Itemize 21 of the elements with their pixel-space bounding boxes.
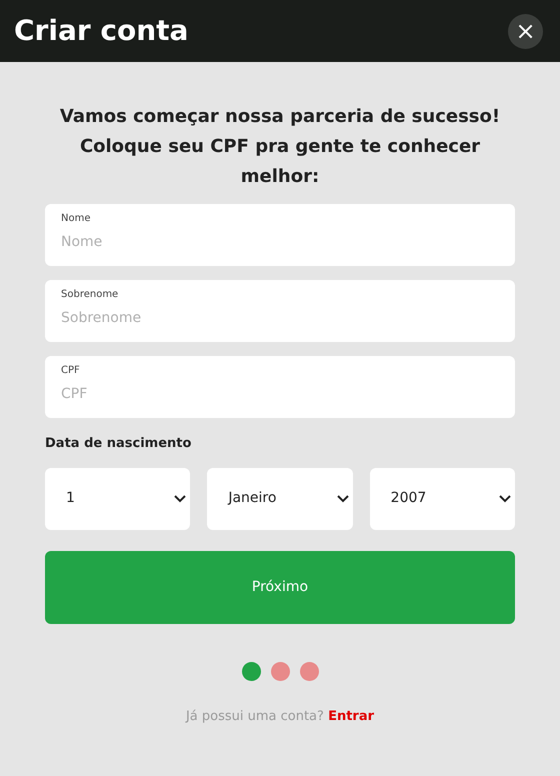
dropdown[interactable]: 2007 (370, 468, 515, 530)
text-field[interactable]: Sobrenome Sobrenome (45, 280, 515, 342)
window-title: Criar conta (14, 13, 188, 49)
login-prompt: Já possui uma conta? Entrar (184, 708, 376, 726)
chevron-down-icon (498, 494, 511, 502)
input-field[interactable]: Sobrenome (61, 308, 499, 329)
chevron-down-icon (336, 494, 349, 502)
login-link[interactable]: Entrar (328, 708, 374, 724)
dropdown[interactable]: 1 (45, 468, 190, 530)
field-label: Nome (61, 212, 92, 226)
field-label: CPF (61, 364, 81, 378)
field-label: Data de nascimento (45, 435, 192, 453)
field-label: Sobrenome (61, 288, 120, 302)
dropdown[interactable]: Janeiro (207, 468, 353, 530)
input-field[interactable]: Nome (61, 232, 499, 253)
text-field[interactable]: CPF CPF (45, 356, 515, 418)
text-field[interactable]: Nome Nome (45, 204, 515, 266)
chevron-down-icon (174, 494, 186, 502)
close-button[interactable]: × (508, 14, 543, 48)
input-field[interactable]: CPF (61, 384, 499, 405)
intro-heading: Vamos começar nossa parceria de sucesso! Coloque seu CPF pra gente te conhecer melhor: (58, 105, 502, 189)
